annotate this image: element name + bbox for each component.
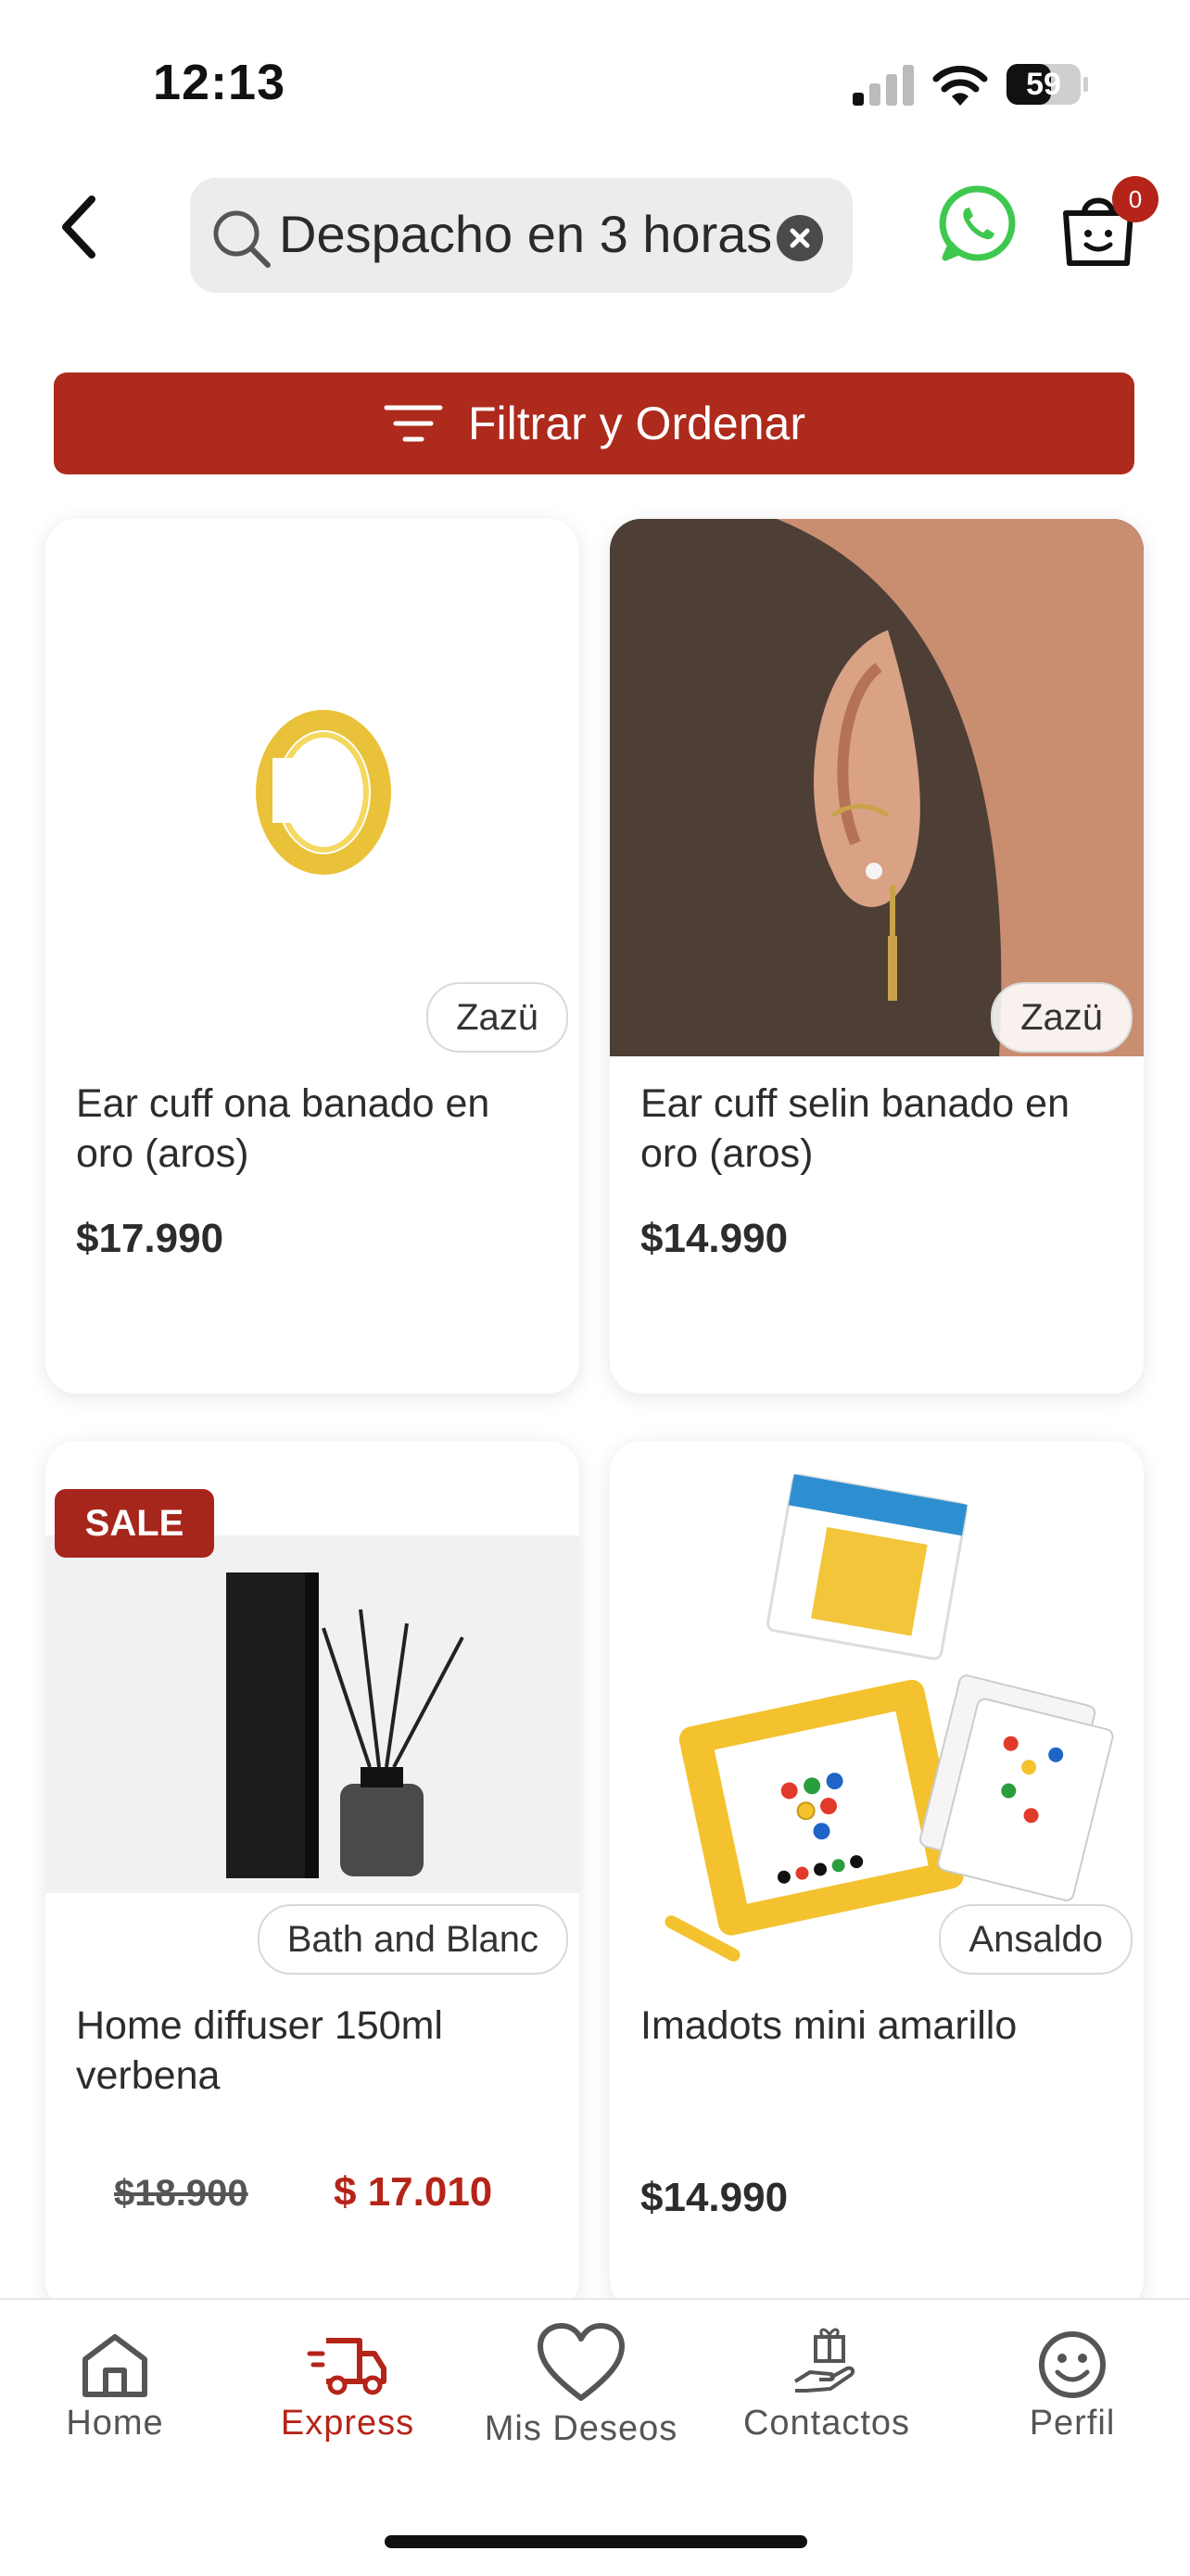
original-price: $18.900 xyxy=(114,2173,248,2214)
status-bar: 12:13 59 xyxy=(0,0,1190,158)
filter-sort-button[interactable]: Filtrar y Ordenar xyxy=(54,373,1134,474)
close-icon xyxy=(790,228,810,248)
nav-label: Mis Deseos xyxy=(484,2409,678,2448)
status-time: 12:13 xyxy=(153,55,286,110)
product-image xyxy=(610,1441,1144,1978)
delivery-truck-icon xyxy=(307,2338,386,2395)
sale-price: $ 17.010 xyxy=(334,2169,493,2215)
product-image xyxy=(45,519,579,1056)
product-card[interactable]: Zazü Ear cuff selin banado en oro (aros)… xyxy=(610,519,1144,1394)
nav-wishlist[interactable]: Mis Deseos xyxy=(470,2300,692,2485)
filter-icon xyxy=(384,405,443,442)
home-indicator xyxy=(385,2535,807,2548)
nav-label: Express xyxy=(280,2404,415,2443)
product-image xyxy=(45,1535,579,1893)
product-name: Home diffuser 150ml verbena xyxy=(76,2003,443,2098)
product-image xyxy=(610,519,1144,1056)
search-icon xyxy=(213,210,271,268)
whatsapp-icon[interactable] xyxy=(938,183,1018,263)
nav-express[interactable]: Express xyxy=(236,2300,459,2485)
nav-label: Home xyxy=(66,2404,164,2443)
nav-label: Contactos xyxy=(742,2404,911,2443)
smiley-icon xyxy=(1039,2331,1106,2398)
brand-badge: Zazü xyxy=(991,982,1133,1053)
nav-contacts[interactable]: Contactos xyxy=(715,2300,938,2485)
cellular-signal-icon xyxy=(853,65,914,106)
cart-count-badge: 0 xyxy=(1112,176,1158,222)
nav-profile[interactable]: Perfil xyxy=(961,2300,1184,2485)
gift-hand-icon xyxy=(793,2328,855,2393)
product-name: Imadots mini amarillo xyxy=(640,2003,1018,2048)
product-price: $14.990 xyxy=(640,2175,789,2220)
heart-icon xyxy=(538,2323,625,2401)
product-name: Ear cuff ona banado en oro (aros) xyxy=(76,1081,490,1176)
brand-badge: Zazü xyxy=(426,982,568,1053)
nav-label: Perfil xyxy=(1029,2404,1116,2443)
product-price: $14.990 xyxy=(640,1216,789,1261)
home-icon xyxy=(82,2334,147,2397)
search-bar[interactable]: Despacho en 3 horas xyxy=(190,178,853,293)
brand-badge: Ansaldo xyxy=(939,1904,1133,1975)
wifi-icon xyxy=(932,65,988,106)
brand-badge: Bath and Blanc xyxy=(257,1904,568,1975)
nav-home[interactable]: Home xyxy=(4,2300,226,2485)
product-card[interactable]: Zazü Ear cuff ona banado en oro (aros) $… xyxy=(45,519,579,1394)
sale-badge: SALE xyxy=(55,1489,214,1558)
product-price: $17.990 xyxy=(76,1216,224,1261)
filter-sort-label: Filtrar y Ordenar xyxy=(468,398,805,449)
product-card[interactable]: SALE Bath and Blanc Home diffuser 150ml … xyxy=(45,1441,579,2312)
clear-search-button[interactable] xyxy=(777,215,823,261)
battery-level: 59 xyxy=(1026,67,1061,102)
product-name: Ear cuff selin banado en oro (aros) xyxy=(640,1081,1070,1176)
product-card[interactable]: Ansaldo Imadots mini amarillo $14.990 xyxy=(610,1441,1144,2312)
back-icon[interactable] xyxy=(51,190,107,264)
bottom-navigation: Home Express Mis Deseos Contactos Perfil xyxy=(0,2298,1190,2576)
battery-icon: 59 xyxy=(1006,63,1089,106)
search-input[interactable]: Despacho en 3 horas xyxy=(279,204,770,264)
